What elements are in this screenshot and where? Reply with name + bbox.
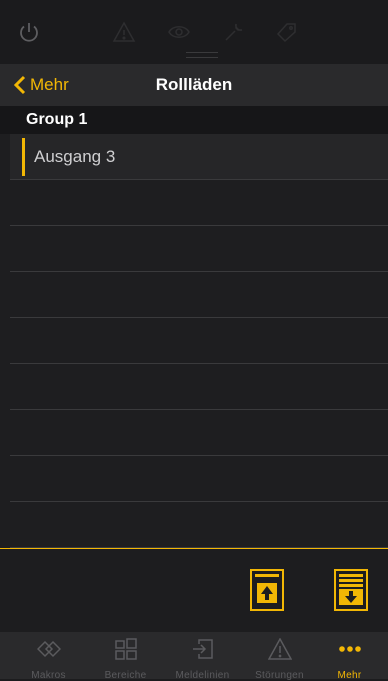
areas-icon [114,638,137,660]
empty-row [10,272,388,318]
detector-lines-icon [192,639,213,659]
list-item-label: Ausgang 3 [34,147,116,166]
empty-row [10,502,388,548]
power-icon[interactable] [17,20,41,44]
tab-meldelinien[interactable]: Meldelinien [164,632,241,681]
tab-bar: Makros Bereiche Meldelinien Störungen Me… [0,632,388,681]
shutter-list: Ausgang 3 [0,134,388,548]
action-panel [0,548,388,632]
selection-indicator [22,138,25,176]
empty-row [10,456,388,502]
empty-row [10,226,388,272]
group-title: Group 1 [26,111,88,128]
group-header: Group 1 [0,106,388,134]
page-title: Rollläden [155,75,233,94]
shutter-up-button[interactable] [250,569,284,611]
tab-stoerungen[interactable]: Störungen [241,632,318,681]
tab-label: Makros [31,670,66,681]
list-item[interactable]: Ausgang 3 [10,134,388,180]
shutter-down-button[interactable] [334,569,368,611]
tab-label: Störungen [255,670,304,681]
empty-row [10,410,388,456]
alarm-warning-icon[interactable] [112,20,136,44]
tab-bereiche[interactable]: Bereiche [87,632,164,681]
tab-mehr[interactable]: Mehr [311,632,388,681]
tab-makros[interactable]: Makros [10,632,87,681]
warning-icon [267,638,292,660]
empty-row [10,180,388,226]
empty-row [10,318,388,364]
eye-icon[interactable] [167,20,191,44]
tab-label: Bereiche [104,670,147,681]
empty-row [10,364,388,410]
tab-label: Mehr [337,670,362,681]
shutter-down-icon [334,569,368,611]
navigation-bar: Mehr Rollläden [0,64,388,106]
shutter-up-icon [250,569,284,611]
top-status-bar [0,0,388,64]
wrench-icon[interactable] [222,20,246,44]
drag-handle[interactable] [186,52,218,58]
tab-label: Meldelinien [175,670,230,681]
macros-icon [36,640,61,658]
tag-icon[interactable] [275,20,299,44]
more-icon [338,646,361,652]
